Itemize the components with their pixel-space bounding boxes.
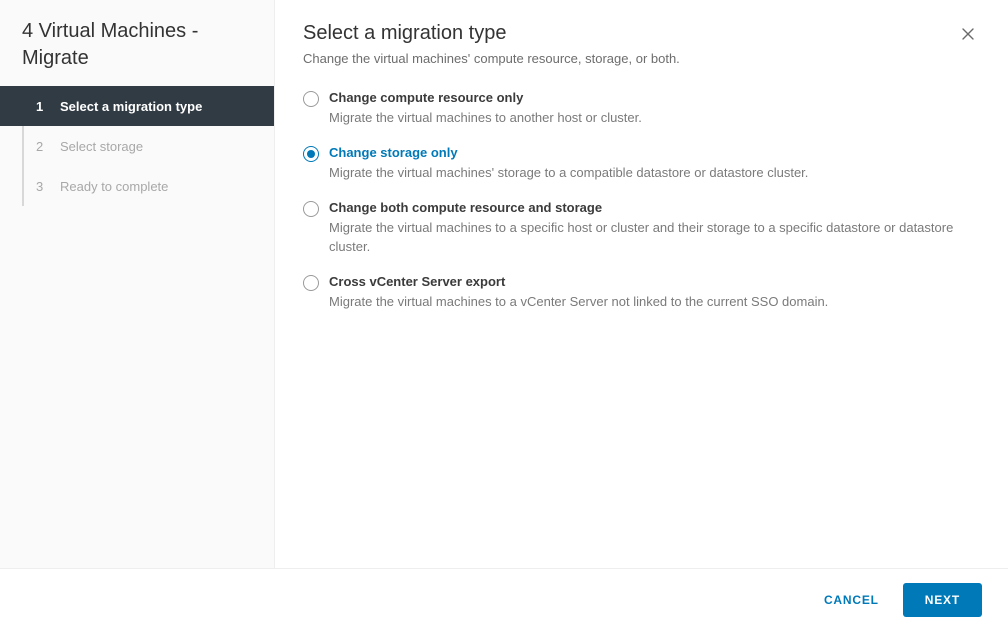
close-button[interactable] <box>956 22 980 46</box>
step-label: Select storage <box>60 139 143 154</box>
option-label: Change both compute resource and storage <box>329 200 980 215</box>
radio-icon <box>303 275 319 291</box>
option-description: Migrate the virtual machines to a vCente… <box>329 293 980 311</box>
option-change-both[interactable]: Change both compute resource and storage… <box>303 200 980 255</box>
radio-icon <box>303 91 319 107</box>
option-change-storage-only[interactable]: Change storage only Migrate the virtual … <box>303 145 980 182</box>
option-cross-vcenter-export[interactable]: Cross vCenter Server export Migrate the … <box>303 274 980 311</box>
step-label: Ready to complete <box>60 179 168 194</box>
page-subtitle: Change the virtual machines' compute res… <box>303 51 680 66</box>
migration-type-options: Change compute resource only Migrate the… <box>303 90 980 329</box>
option-change-compute-only[interactable]: Change compute resource only Migrate the… <box>303 90 980 127</box>
wizard-footer: CANCEL NEXT <box>0 568 1008 631</box>
option-description: Migrate the virtual machines' storage to… <box>329 164 980 182</box>
option-description: Migrate the virtual machines to a specif… <box>329 219 980 255</box>
wizard-sidebar: 4 Virtual Machines - Migrate 1 Select a … <box>0 0 275 568</box>
cancel-button[interactable]: CANCEL <box>810 583 893 617</box>
step-number: 3 <box>36 179 54 194</box>
step-number: 1 <box>36 99 54 114</box>
option-label: Change storage only <box>329 145 980 160</box>
option-description: Migrate the virtual machines to another … <box>329 109 980 127</box>
step-label: Select a migration type <box>60 99 202 114</box>
radio-icon <box>303 146 319 162</box>
step-number: 2 <box>36 139 54 154</box>
step-select-storage: 2 Select storage <box>0 126 274 166</box>
wizard-content: Select a migration type Change the virtu… <box>275 0 1008 568</box>
wizard-title: 4 Virtual Machines - Migrate <box>0 18 274 86</box>
wizard-steps: 1 Select a migration type 2 Select stora… <box>0 86 274 206</box>
option-label: Change compute resource only <box>329 90 980 105</box>
radio-icon <box>303 201 319 217</box>
step-ready-to-complete: 3 Ready to complete <box>0 166 274 206</box>
page-title: Select a migration type <box>303 22 680 45</box>
step-select-migration-type[interactable]: 1 Select a migration type <box>0 86 274 126</box>
close-icon <box>960 26 976 42</box>
next-button[interactable]: NEXT <box>903 583 982 617</box>
option-label: Cross vCenter Server export <box>329 274 980 289</box>
